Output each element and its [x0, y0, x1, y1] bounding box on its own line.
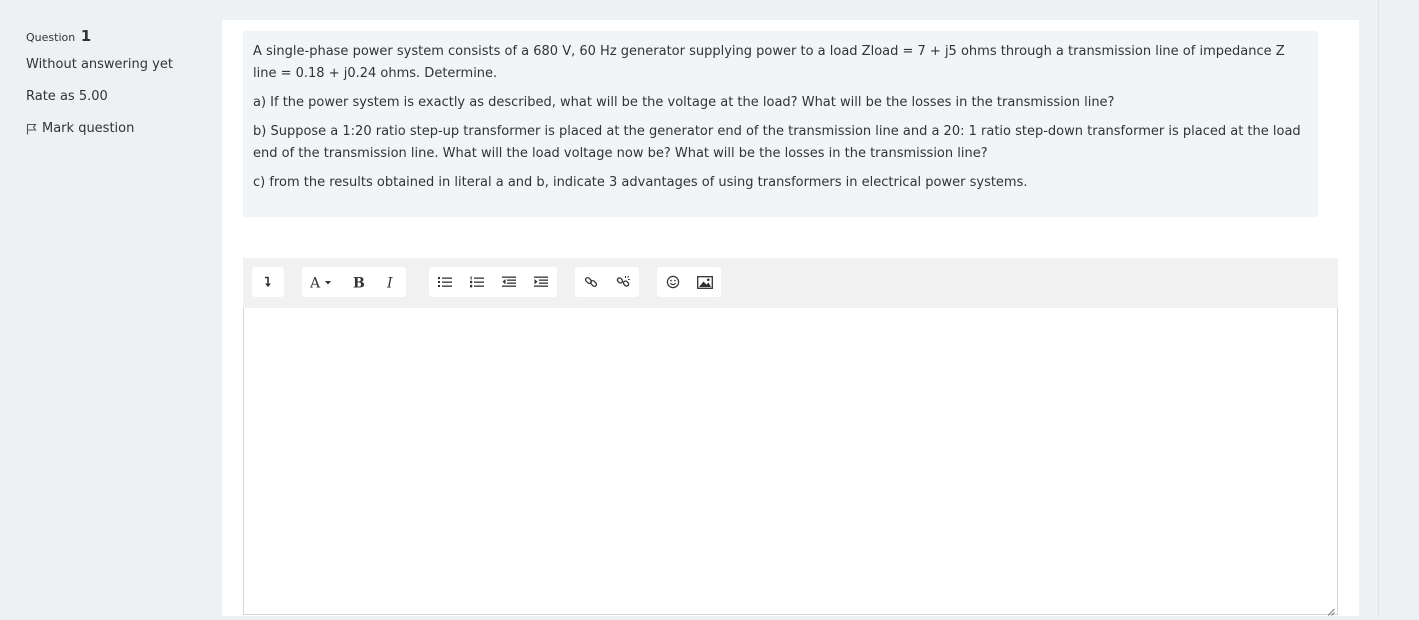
bold-icon: B [352, 275, 364, 290]
answer-editor[interactable] [243, 308, 1338, 615]
link-button[interactable] [575, 267, 607, 297]
italic-button[interactable]: I [374, 267, 406, 297]
question-part-a: a) If the power system is exactly as des… [253, 95, 1115, 110]
unlink-icon [616, 275, 630, 289]
question-number: Question 1 [26, 26, 206, 48]
ordered-list-button[interactable] [461, 267, 493, 297]
question-content: A single-phase power system consists of … [222, 20, 1359, 616]
image-button[interactable] [689, 267, 721, 297]
toolbar-group-lists [429, 267, 557, 297]
resize-grip-icon[interactable] [1327, 601, 1357, 616]
right-rail [1378, 0, 1419, 616]
image-icon [697, 275, 713, 289]
ordered-list-icon [470, 276, 484, 288]
unlink-button[interactable] [607, 267, 639, 297]
toolbar-group-insert [657, 267, 721, 297]
question-label: Question [26, 31, 76, 44]
font-style-button[interactable]: A [302, 267, 342, 297]
indent-icon [534, 276, 548, 288]
question-intro: A single-phase power system consists of … [253, 44, 1285, 81]
outdent-button[interactable] [493, 267, 525, 297]
unordered-list-button[interactable] [429, 267, 461, 297]
editor-toolbar: A B I [243, 258, 1338, 308]
bold-button[interactable]: B [342, 267, 374, 297]
mark-question-link[interactable]: Mark question [26, 120, 206, 138]
question-part-c: c) from the results obtained in literal … [253, 175, 1028, 190]
outdent-icon [502, 276, 516, 288]
question-part-b: b) Suppose a 1:20 ratio step-up transfor… [253, 124, 1301, 161]
link-icon [584, 275, 598, 289]
question-text: A single-phase power system consists of … [243, 31, 1318, 217]
question-number-value: 1 [80, 27, 92, 45]
toolbar-group-style: A B I [302, 267, 406, 297]
question-status: Without answering yet [26, 57, 173, 72]
emoji-button[interactable] [657, 267, 689, 297]
toolbar-group-links [575, 267, 639, 297]
toolbar-group-collapse [252, 267, 284, 297]
collapse-toolbar-button[interactable] [252, 267, 284, 297]
flag-icon [26, 123, 37, 135]
italic-icon: I [385, 275, 395, 290]
svg-text:B: B [353, 276, 364, 290]
svg-text:A: A [310, 276, 321, 290]
svg-text:I: I [386, 276, 393, 290]
font-style-icon: A [310, 275, 334, 289]
collapse-icon [263, 276, 273, 288]
mark-question-label: Mark question [42, 121, 135, 136]
emoji-icon [666, 275, 680, 289]
unordered-list-icon [438, 276, 452, 288]
question-grade: Rate as 5.00 [26, 89, 108, 104]
indent-button[interactable] [525, 267, 557, 297]
question-info: Question 1 Without answering yet Rate as… [26, 26, 206, 152]
